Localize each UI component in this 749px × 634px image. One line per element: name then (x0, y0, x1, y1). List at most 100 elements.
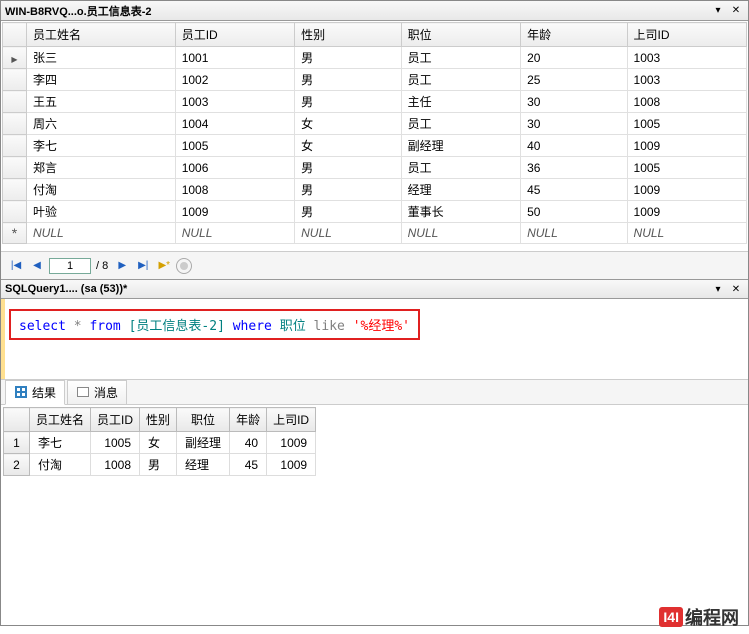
table-row[interactable]: 张三1001男员工201003 (3, 47, 747, 69)
res-col-position[interactable]: 职位 (177, 408, 230, 432)
cell[interactable]: 30 (521, 91, 627, 113)
cell[interactable]: 张三 (27, 47, 176, 69)
row-header[interactable] (3, 179, 27, 201)
result-cell[interactable]: 女 (140, 432, 177, 454)
tab-messages[interactable]: 消息 (67, 380, 127, 405)
cell[interactable]: 1009 (627, 179, 746, 201)
row-header[interactable] (3, 201, 27, 223)
table-row[interactable]: 李七1005女副经理401009 (3, 135, 747, 157)
cell[interactable]: 1009 (627, 201, 746, 223)
result-cell[interactable]: 副经理 (177, 432, 230, 454)
main-data-grid[interactable]: 员工姓名 员工ID 性别 职位 年龄 上司ID 张三1001男员工201003李… (2, 22, 747, 244)
result-cell[interactable]: 男 (140, 454, 177, 476)
cell[interactable]: 男 (295, 69, 401, 91)
table-row[interactable]: 郑言1006男员工361005 (3, 157, 747, 179)
cell[interactable]: 36 (521, 157, 627, 179)
result-cell[interactable]: 1005 (91, 432, 140, 454)
row-header[interactable] (3, 113, 27, 135)
cell[interactable]: 1001 (175, 47, 294, 69)
cell[interactable]: 1003 (627, 47, 746, 69)
cell[interactable]: 25 (521, 69, 627, 91)
res-col-name[interactable]: 员工姓名 (30, 408, 91, 432)
row-header[interactable] (3, 47, 27, 69)
new-row[interactable]: NULLNULLNULLNULLNULLNULL (3, 223, 747, 244)
cell[interactable]: 1002 (175, 69, 294, 91)
res-col-id[interactable]: 员工ID (91, 408, 140, 432)
results-grid[interactable]: 员工姓名 员工ID 性别 职位 年龄 上司ID 1李七1005女副经理40100… (3, 407, 316, 476)
cell[interactable]: 员工 (401, 113, 520, 135)
cell[interactable]: 男 (295, 157, 401, 179)
cell[interactable]: 王五 (27, 91, 176, 113)
cell[interactable]: 员工 (401, 157, 520, 179)
row-header-corner[interactable] (3, 23, 27, 47)
null-cell[interactable]: NULL (27, 223, 176, 244)
table-row[interactable]: 李四1002男员工251003 (3, 69, 747, 91)
cell[interactable]: 李四 (27, 69, 176, 91)
query-dropdown-icon[interactable]: ▾ (710, 282, 726, 296)
col-gender[interactable]: 性别 (295, 23, 401, 47)
cell[interactable]: 1003 (175, 91, 294, 113)
cell[interactable]: 员工 (401, 69, 520, 91)
cell[interactable]: 员工 (401, 47, 520, 69)
cell[interactable]: 女 (295, 135, 401, 157)
row-header[interactable] (3, 157, 27, 179)
col-position[interactable]: 职位 (401, 23, 520, 47)
nav-first-icon[interactable]: |◀ (7, 257, 25, 275)
res-col-boss[interactable]: 上司ID (267, 408, 316, 432)
cell[interactable]: 45 (521, 179, 627, 201)
cell[interactable]: 1009 (627, 135, 746, 157)
nav-prev-icon[interactable]: ◀ (28, 257, 46, 275)
cell[interactable]: 1006 (175, 157, 294, 179)
results-corner[interactable] (4, 408, 30, 432)
cell[interactable]: 1008 (175, 179, 294, 201)
table-row[interactable]: 周六1004女员工301005 (3, 113, 747, 135)
nav-new-icon[interactable]: ▶* (155, 257, 173, 275)
result-row[interactable]: 1李七1005女副经理401009 (4, 432, 316, 454)
result-cell[interactable]: 经理 (177, 454, 230, 476)
null-cell[interactable]: NULL (627, 223, 746, 244)
col-empid[interactable]: 员工ID (175, 23, 294, 47)
table-row[interactable]: 付淘1008男经理451009 (3, 179, 747, 201)
null-cell[interactable]: NULL (521, 223, 627, 244)
cell[interactable]: 男 (295, 91, 401, 113)
cell[interactable]: 女 (295, 113, 401, 135)
cell[interactable]: 主任 (401, 91, 520, 113)
row-header[interactable] (3, 69, 27, 91)
dropdown-icon[interactable]: ▾ (710, 4, 726, 18)
cell[interactable]: 1005 (175, 135, 294, 157)
cell[interactable]: 1005 (627, 113, 746, 135)
cell[interactable]: 副经理 (401, 135, 520, 157)
result-cell[interactable]: 付淘 (30, 454, 91, 476)
col-name[interactable]: 员工姓名 (27, 23, 176, 47)
row-header[interactable] (3, 135, 27, 157)
cell[interactable]: 郑言 (27, 157, 176, 179)
null-cell[interactable]: NULL (295, 223, 401, 244)
cell[interactable]: 经理 (401, 179, 520, 201)
nav-current-input[interactable] (49, 258, 91, 274)
null-cell[interactable]: NULL (401, 223, 520, 244)
col-age[interactable]: 年龄 (521, 23, 627, 47)
cell[interactable]: 50 (521, 201, 627, 223)
result-cell[interactable]: 李七 (30, 432, 91, 454)
cell[interactable]: 1008 (627, 91, 746, 113)
table-row[interactable]: 叶验1009男董事长501009 (3, 201, 747, 223)
sql-statement[interactable]: select * from [员工信息表-2] where 职位 like '%… (9, 309, 420, 340)
table-row[interactable]: 王五1003男主任301008 (3, 91, 747, 113)
row-header[interactable] (3, 91, 27, 113)
row-header-new[interactable] (3, 223, 27, 244)
cell[interactable]: 1009 (175, 201, 294, 223)
cell[interactable]: 男 (295, 201, 401, 223)
nav-stop-icon[interactable] (176, 258, 192, 274)
res-col-age[interactable]: 年龄 (230, 408, 267, 432)
cell[interactable]: 1004 (175, 113, 294, 135)
result-cell[interactable]: 40 (230, 432, 267, 454)
cell[interactable]: 李七 (27, 135, 176, 157)
tab-results[interactable]: 结果 (5, 380, 65, 405)
cell[interactable]: 20 (521, 47, 627, 69)
cell[interactable]: 1003 (627, 69, 746, 91)
result-cell[interactable]: 1008 (91, 454, 140, 476)
nav-next-icon[interactable]: ▶ (113, 257, 131, 275)
nav-last-icon[interactable]: ▶| (134, 257, 152, 275)
cell[interactable]: 1005 (627, 157, 746, 179)
cell[interactable]: 周六 (27, 113, 176, 135)
